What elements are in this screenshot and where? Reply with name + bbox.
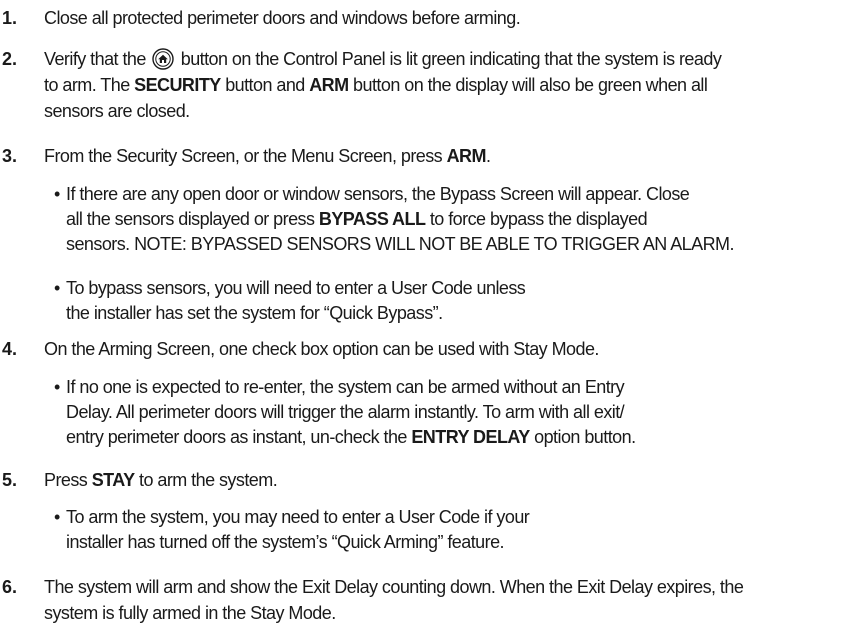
step-number: 3.: [2, 146, 18, 166]
text-segment: button on the display will also be green…: [353, 75, 708, 95]
step-text: The system will arm and show the Exit De…: [44, 574, 850, 626]
bullet-line: entry perimeter doors as instant, un-che…: [66, 425, 826, 450]
bullet-item: • If there are any open door or window s…: [54, 182, 826, 257]
step-line: to arm. The SECURITY button and ARM butt…: [44, 72, 850, 98]
bullet-line: If there are any open door or window sen…: [66, 184, 690, 204]
text-segment: option button.: [534, 427, 636, 447]
bullet-item: • To arm the system, you may need to ent…: [54, 505, 826, 555]
text-segment: to arm. The: [44, 75, 130, 95]
step-line: Verify that the button on the Control Pa…: [44, 46, 850, 72]
bullet-dot: •: [54, 184, 60, 204]
bypass-all-button-label: BYPASS ALL: [318, 209, 426, 229]
entry-delay-option-label: ENTRY DELAY: [411, 427, 530, 447]
text-segment: entry perimeter doors as instant, un-che…: [66, 427, 407, 447]
text-segment: From the Security Screen, or the Menu Sc…: [44, 146, 443, 166]
bullet-item: • If no one is expected to re-enter, the…: [54, 375, 826, 450]
step-number: 2.: [2, 49, 18, 69]
text-segment: to force bypass the displayed: [429, 209, 648, 229]
instruction-document: 1. Close all protected perimeter doors a…: [0, 0, 856, 636]
step-line: From the Security Screen, or the Menu Sc…: [44, 144, 850, 168]
bullet-line: all the sensors displayed or press BYPAS…: [66, 207, 826, 232]
security-button-label: SECURITY: [134, 75, 221, 95]
bullet-line: To arm the system, you may need to enter…: [66, 507, 530, 527]
step-text: Press STAY to arm the system.: [44, 468, 850, 492]
bullet-line: installer has turned off the system’s “Q…: [66, 532, 505, 552]
bullet-dot: •: [54, 377, 60, 397]
text-segment: button on the Control Panel is lit green…: [180, 49, 722, 69]
text-segment: button and: [225, 75, 305, 95]
text-segment: all the sensors displayed or press: [66, 209, 315, 229]
step-text: Close all protected perimeter doors and …: [44, 6, 850, 30]
stay-button-label: STAY: [91, 470, 135, 490]
bullet-line: To bypass sensors, you will need to ente…: [66, 278, 526, 298]
step-line: The system will arm and show the Exit De…: [44, 577, 744, 597]
bullet-line: sensors. NOTE: BYPASSED SENSORS WILL NOT…: [66, 234, 734, 254]
bullet-dot: •: [54, 278, 60, 298]
text-segment: .: [485, 146, 491, 166]
step-number: 6.: [2, 577, 18, 597]
arm-button-label: ARM: [309, 75, 349, 95]
step-text: From the Security Screen, or the Menu Sc…: [44, 144, 850, 168]
step-number: 1.: [2, 8, 18, 28]
step-text: On the Arming Screen, one check box opti…: [44, 337, 850, 361]
bullet-dot: •: [54, 507, 60, 527]
arm-button-label: ARM: [446, 146, 487, 166]
home-button-icon: [152, 48, 174, 70]
text-segment: Press: [44, 470, 88, 490]
step-line: Close all protected perimeter doors and …: [44, 8, 521, 28]
step-line: sensors are closed.: [44, 101, 190, 121]
step-line: system is fully armed in the Stay Mode.: [44, 603, 336, 623]
step-number: 5.: [2, 470, 18, 490]
bullet-line: the installer has set the system for “Qu…: [66, 303, 443, 323]
text-segment: Verify that the: [44, 49, 146, 69]
step-line: On the Arming Screen, one check box opti…: [44, 339, 599, 359]
text-segment: to arm the system.: [139, 470, 278, 490]
step-number: 4.: [2, 339, 18, 359]
step-text: Verify that the button on the Control Pa…: [44, 46, 850, 124]
bullet-item: • To bypass sensors, you will need to en…: [54, 276, 826, 326]
bullet-line: If no one is expected to re-enter, the s…: [66, 377, 625, 397]
bullet-line: Delay. All perimeter doors will trigger …: [66, 402, 625, 422]
step-line: Press STAY to arm the system.: [44, 468, 850, 492]
